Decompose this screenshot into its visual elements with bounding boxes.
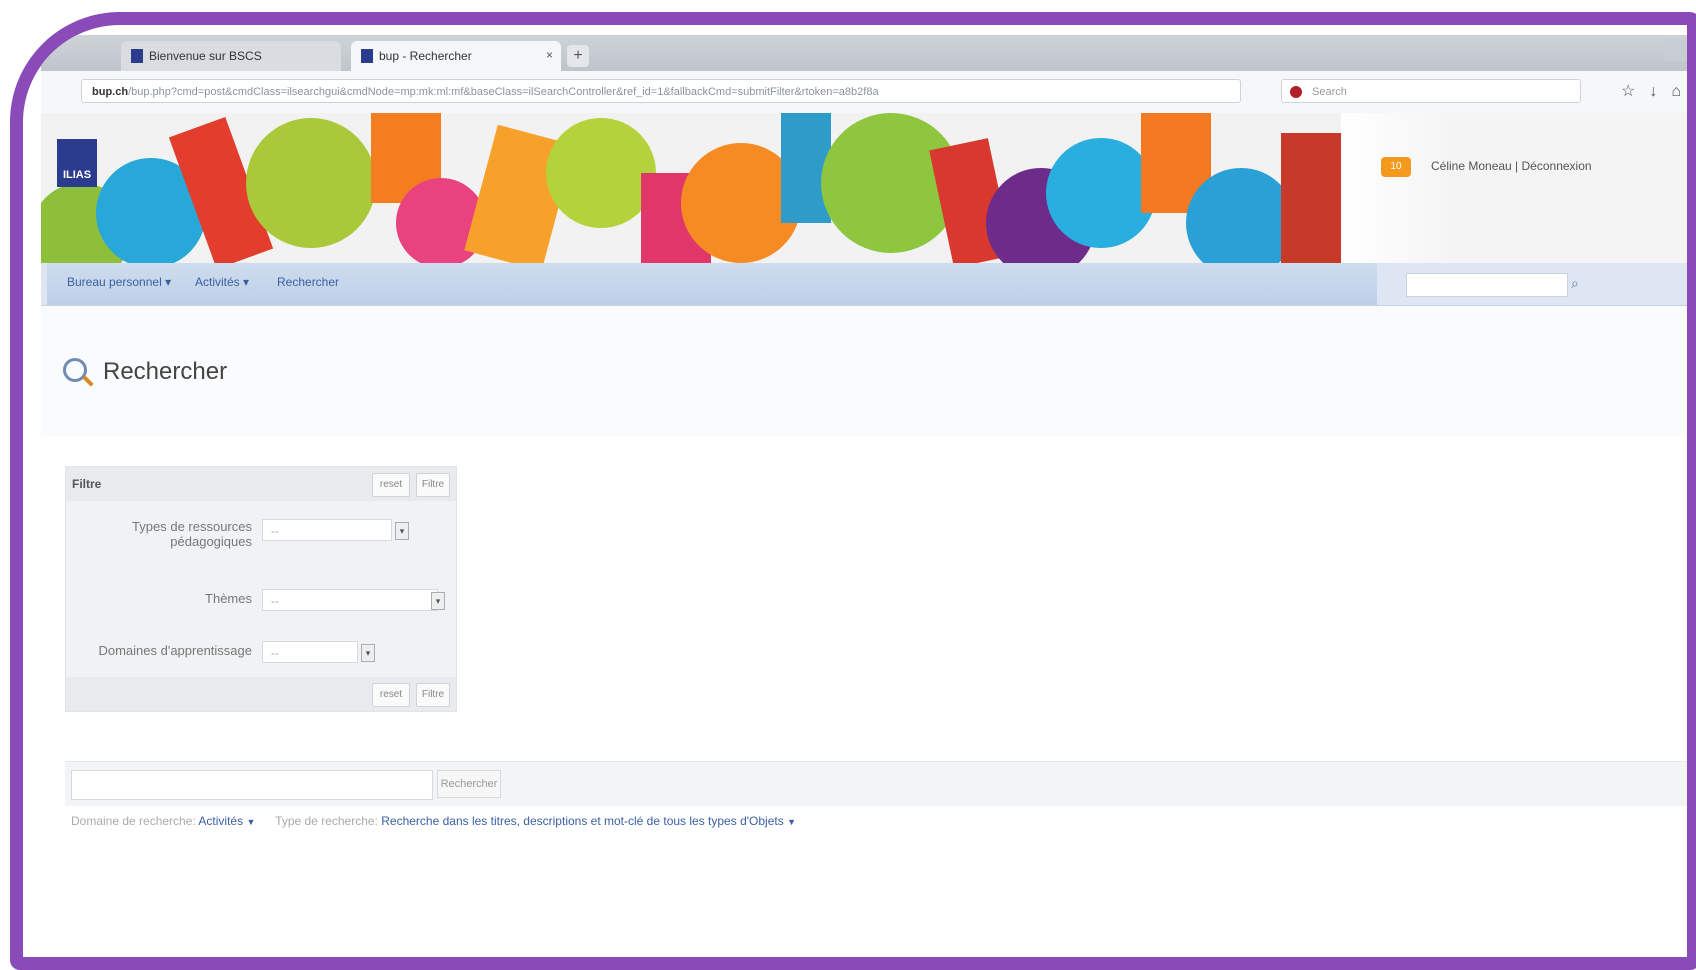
filter-apply-button-bottom[interactable]: Filtre — [416, 683, 450, 707]
menu-bureau-personnel[interactable]: Bureau personnel ▾ — [67, 275, 171, 289]
select-value: -- — [271, 524, 279, 538]
decorative-banner-art — [41, 113, 1341, 263]
messages-badge[interactable]: 10 — [1381, 157, 1411, 177]
filter-label-domaines: Domaines d'apprentissage — [66, 643, 252, 658]
search-row: Rechercher — [65, 761, 1687, 806]
tab-label: Bienvenue sur BSCS — [149, 49, 262, 63]
label-line: Domaines d'apprentissage — [98, 643, 252, 658]
download-icon[interactable]: ↓ — [1649, 83, 1671, 100]
browser-window: Bienvenue sur BSCS bup - Rechercher × + … — [41, 35, 1687, 957]
heading-band: Rechercher — [41, 306, 1687, 436]
page-title: Rechercher — [103, 358, 228, 385]
filter-label-themes: Thèmes — [66, 591, 252, 606]
types-select[interactable]: -- ▾ — [262, 519, 409, 541]
select-value: -- — [271, 594, 279, 608]
tab-bar: Bienvenue sur BSCS bup - Rechercher × + — [41, 35, 1687, 71]
favicon-icon — [131, 49, 143, 63]
scope-area-label: Domaine de recherche: — [71, 814, 196, 828]
search-scope: Domaine de recherche: Activités ▼ Type d… — [71, 814, 796, 828]
favicon-icon — [361, 49, 373, 63]
new-tab-button[interactable]: + — [567, 45, 589, 67]
scope-area-dropdown[interactable]: Activités — [198, 814, 243, 828]
filter-panel: Filtre reset Filtre Types de ressources … — [65, 466, 457, 712]
label-line: pédagogiques — [170, 534, 252, 549]
screenshot-frame: Bienvenue sur BSCS bup - Rechercher × + … — [10, 12, 1696, 970]
filter-apply-button[interactable]: Filtre — [416, 473, 450, 497]
menu-strip: Bureau personnel ▾ Activités ▾ Recherche… — [47, 263, 1377, 305]
search-engine-icon — [1290, 86, 1302, 98]
url-path: /bup.php?cmd=post&cmdClass=ilsearchgui&c… — [128, 86, 879, 98]
menu-activites[interactable]: Activités ▾ — [195, 275, 249, 289]
address-bar[interactable]: bup.ch/bup.php?cmd=post&cmdClass=ilsearc… — [81, 79, 1241, 103]
page-content: Rechercher Filtre reset Filtre Types de … — [41, 306, 1687, 957]
browser-search-field[interactable]: Search — [1281, 79, 1581, 103]
user-logout-link[interactable]: Céline Moneau | Déconnexion — [1431, 159, 1592, 173]
user-area: 10 Céline Moneau | Déconnexion — [1341, 113, 1687, 263]
menu-rechercher[interactable]: Rechercher — [277, 275, 339, 289]
chevron-down-icon[interactable]: ▾ — [431, 592, 445, 610]
select-value: -- — [271, 646, 279, 660]
main-menu: Bureau personnel ▾ Activités ▾ Recherche… — [41, 263, 1687, 306]
navigation-bar: bup.ch/bup.php?cmd=post&cmdClass=ilsearc… — [41, 71, 1687, 114]
header-banner: ILIAS 10 Céline Moneau | Déconnexion — [41, 113, 1687, 263]
label-line: Thèmes — [205, 591, 252, 606]
quick-search-input[interactable] — [1406, 273, 1568, 297]
filter-footer: reset Filtre — [66, 677, 456, 711]
filter-label-types: Types de ressources pédagogiques — [66, 519, 252, 549]
ilias-logo[interactable]: ILIAS — [57, 139, 97, 187]
scope-type-dropdown[interactable]: Recherche dans les titres, descriptions … — [381, 814, 783, 828]
chevron-down-icon[interactable]: ▾ — [395, 522, 409, 540]
filter-header: Filtre reset Filtre — [66, 467, 456, 501]
tab-active[interactable]: bup - Rechercher × — [351, 41, 561, 71]
home-icon[interactable]: ⌂ — [1671, 83, 1687, 100]
filter-title: Filtre — [72, 477, 102, 491]
themes-select[interactable]: -- ▾ — [262, 589, 445, 611]
search-input[interactable] — [71, 770, 433, 800]
chevron-down-icon[interactable]: ▼ — [787, 817, 796, 827]
chevron-down-icon[interactable]: ▼ — [246, 817, 255, 827]
tab-inactive[interactable]: Bienvenue sur BSCS — [121, 41, 341, 71]
domaines-select[interactable]: -- ▾ — [262, 641, 375, 663]
toolbar-icons: ☆↓⌂ — [1621, 81, 1687, 101]
tab-label: bup - Rechercher — [379, 49, 472, 63]
url-host: bup.ch — [92, 86, 129, 98]
magnifier-icon — [63, 358, 87, 382]
search-button[interactable]: Rechercher — [437, 770, 501, 798]
label-line: Types de ressources — [132, 519, 252, 534]
search-icon[interactable]: ⌕ — [1571, 275, 1579, 292]
bookmark-star-icon[interactable]: ☆ — [1621, 83, 1649, 100]
window-controls[interactable] — [1663, 39, 1687, 61]
chevron-down-icon[interactable]: ▾ — [361, 644, 375, 662]
close-tab-icon[interactable]: × — [546, 48, 553, 62]
browser-search-placeholder: Search — [1312, 86, 1347, 98]
filter-reset-button[interactable]: reset — [372, 473, 410, 497]
scope-type-label: Type de recherche: — [275, 814, 378, 828]
filter-reset-button-bottom[interactable]: reset — [372, 683, 410, 707]
